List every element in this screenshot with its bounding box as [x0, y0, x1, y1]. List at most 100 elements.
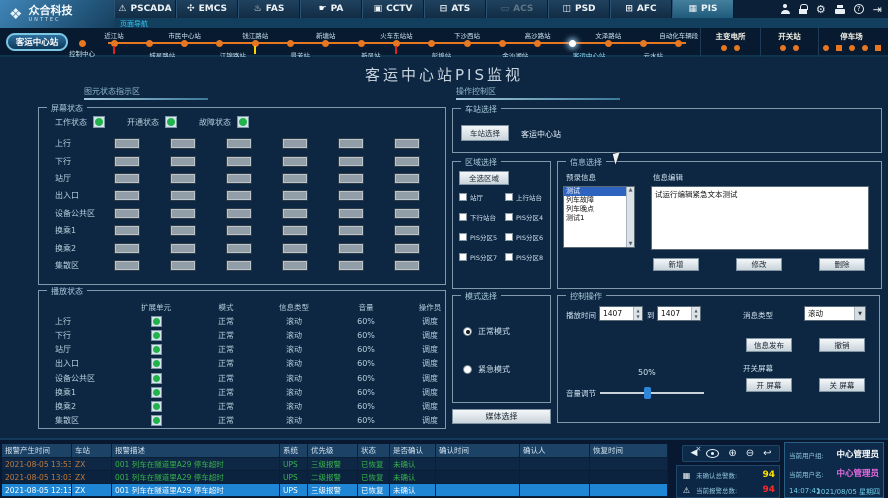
station-dot[interactable] [499, 40, 506, 47]
station-dot[interactable] [464, 40, 471, 47]
list-item[interactable]: 测试1 [564, 214, 627, 223]
list-item[interactable]: 测试 [564, 187, 627, 196]
menu-tab-psd[interactable]: ◫PSD [548, 0, 610, 18]
mute-speaker-icon[interactable]: ◀ [690, 449, 697, 458]
table-row[interactable]: 2021-08-05 13:03:22.300ZX001 列车在隧道里A29 停… [2, 471, 668, 484]
volume-slider[interactable] [600, 392, 704, 394]
screen-off-button[interactable]: 关 屏幕 [819, 378, 865, 392]
station-label: 下沙西站 [454, 30, 480, 40]
station-dot[interactable] [322, 40, 329, 47]
facility-circle-dot[interactable] [793, 45, 799, 51]
control-center-dot[interactable] [79, 40, 86, 47]
area-checkbox-item[interactable]: PIS分区8 [505, 252, 549, 262]
help-icon[interactable]: ? [854, 4, 864, 14]
station-dot[interactable] [146, 40, 153, 47]
menu-tab-cctv[interactable]: ▣CCTV [362, 0, 424, 18]
area-checkbox-item[interactable]: PIS分区5 [459, 232, 505, 242]
spinner-arrows-icon[interactable]: ▲▼ [691, 307, 700, 320]
eye-icon[interactable] [706, 449, 719, 458]
checkbox-icon[interactable] [459, 233, 467, 241]
checkbox-icon[interactable] [459, 213, 467, 221]
menu-tab-pa[interactable]: ☛PA [300, 0, 362, 18]
lock-icon[interactable] [799, 4, 807, 14]
station-dot[interactable] [605, 40, 612, 47]
checkbox-icon[interactable] [459, 253, 467, 261]
facility-circle-dot[interactable] [823, 45, 829, 51]
screen-cell-box [170, 138, 196, 149]
facility-circle-dot[interactable] [849, 45, 855, 51]
menu-tab-pis[interactable]: ▦PIS [672, 0, 734, 18]
menu-tab-pscada[interactable]: ⚠PSCADA [114, 0, 176, 18]
area-checkbox-item[interactable]: 站厅 [459, 192, 505, 202]
time-from-value[interactable]: 1407 [600, 307, 633, 320]
checkbox-icon[interactable] [459, 193, 467, 201]
station-dot[interactable] [569, 40, 576, 47]
screen-on-button[interactable]: 开 屏幕 [746, 378, 792, 392]
facility-circle-dot[interactable] [721, 45, 727, 51]
checkbox-icon[interactable] [505, 233, 513, 241]
facility-square-dot[interactable] [836, 45, 842, 51]
user-icon[interactable] [781, 4, 790, 14]
menu-tab-ats[interactable]: ⊟ATS [424, 0, 486, 18]
station-dot[interactable] [675, 40, 682, 47]
area-checkbox-item[interactable]: PIS分区7 [459, 252, 505, 262]
station-dot[interactable] [287, 40, 294, 47]
current-station-button[interactable]: 客运中心站 [6, 33, 68, 51]
return-icon[interactable]: ↩ [763, 449, 771, 459]
list-item[interactable]: 列车晚点 [564, 205, 627, 214]
menu-tab-afc[interactable]: ⊞AFC [610, 0, 672, 18]
time-to-spinner[interactable]: 1407 ▲▼ [657, 306, 701, 321]
normal-mode-radio[interactable] [463, 327, 472, 336]
station-dot[interactable] [534, 40, 541, 47]
zoom-in-icon[interactable]: ⊕ [728, 449, 736, 459]
list-item[interactable]: 列车故障 [564, 196, 627, 205]
printer-icon[interactable] [835, 5, 845, 14]
station-dot[interactable] [428, 40, 435, 47]
facility-circle-dot[interactable] [780, 45, 786, 51]
menu-tab-fas[interactable]: ♨FAS [238, 0, 300, 18]
station-dot[interactable] [216, 40, 223, 47]
station-select-button[interactable]: 车站选择 [461, 125, 509, 141]
area-checkbox-item[interactable]: 上行站台 [505, 192, 549, 202]
info-edit-textarea[interactable]: 试运行编辑紧急文本测试 [651, 186, 869, 250]
station-dot[interactable] [181, 40, 188, 47]
menu-tab-emcs[interactable]: ✣EMCS [176, 0, 238, 18]
checkbox-icon[interactable] [505, 213, 513, 221]
logout-icon[interactable]: ⇥ [873, 4, 882, 15]
table-row[interactable]: 2021-08-05 13:53:42.300ZX001 列车在隧道里A29 停… [2, 458, 668, 471]
listbox-scrollbar[interactable]: ▲▼ [626, 187, 634, 247]
add-info-button[interactable]: 新增 [653, 258, 699, 271]
station-dot[interactable] [358, 40, 365, 47]
normal-mode-option[interactable]: 正常模式 [463, 326, 510, 337]
checkbox-icon[interactable] [505, 253, 513, 261]
select-all-areas-button[interactable]: 全选区域 [459, 171, 509, 185]
revoke-button[interactable]: 撤销 [819, 338, 865, 352]
table-cell [520, 471, 590, 483]
checkbox-icon[interactable] [505, 193, 513, 201]
emergency-mode-option[interactable]: 紧急模式 [463, 364, 510, 375]
spinner-arrows-icon[interactable]: ▲▼ [633, 307, 642, 320]
screen-cell-box [114, 225, 140, 236]
menu-tab-acs[interactable]: ▭ACS [486, 0, 548, 18]
volume-slider-handle[interactable] [644, 387, 651, 399]
facility-circle-dot[interactable] [734, 45, 740, 51]
area-checkbox-item[interactable]: PIS分区4 [505, 212, 549, 222]
facility-circle-dot[interactable] [862, 45, 868, 51]
dropdown-arrow-icon[interactable]: ▼ [854, 307, 865, 320]
modify-info-button[interactable]: 修改 [736, 258, 782, 271]
media-select-button[interactable]: 媒体选择 [452, 409, 551, 424]
station-dot[interactable] [640, 40, 647, 47]
time-from-spinner[interactable]: 1407 ▲▼ [599, 306, 643, 321]
msg-type-dropdown[interactable]: 滚动 ▼ [804, 306, 866, 321]
publish-info-button[interactable]: 信息发布 [746, 338, 792, 352]
table-row[interactable]: 2021-08-05 12:13:12.300ZX001 列车在隧道里A29 停… [2, 484, 668, 497]
area-checkbox-item[interactable]: 下行站台 [459, 212, 505, 222]
emergency-mode-radio[interactable] [463, 365, 472, 374]
area-checkbox-item[interactable]: PIS分区6 [505, 232, 549, 242]
gear-icon[interactable]: ⚙ [816, 4, 826, 15]
facility-square-dot[interactable] [875, 45, 881, 51]
time-to-value[interactable]: 1407 [658, 307, 691, 320]
prerecorded-info-listbox[interactable]: 测试列车故障列车晚点测试1 ▲▼ [563, 186, 635, 248]
zoom-out-icon[interactable]: ⊖ [746, 449, 754, 459]
delete-info-button[interactable]: 删除 [819, 258, 865, 271]
